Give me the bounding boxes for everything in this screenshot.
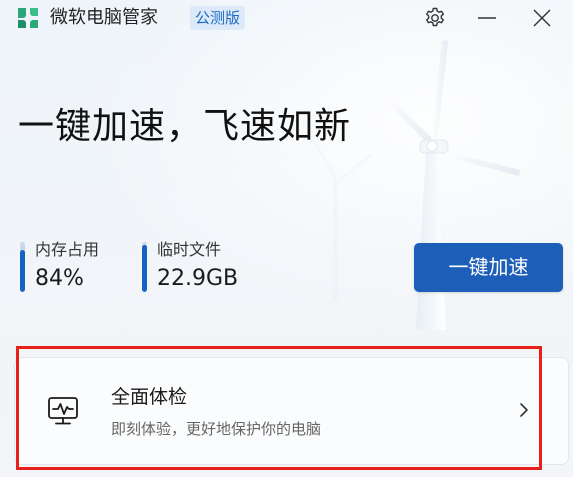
close-button[interactable] bbox=[526, 4, 558, 32]
one-click-boost-button[interactable]: 一键加速 bbox=[414, 243, 563, 292]
title-bar: 微软电脑管家 公测版 bbox=[0, 0, 573, 36]
pc-manager-window: 微软电脑管家 公测版 一键加速，飞速如新 内存占用 84% 临时文件 22.9G… bbox=[0, 0, 573, 477]
temp-files-label: 临时文件 bbox=[157, 240, 222, 259]
minimize-icon bbox=[478, 17, 496, 19]
memory-usage-label: 内存占用 bbox=[35, 240, 100, 259]
memory-usage-bar bbox=[20, 242, 25, 292]
full-checkup-description: 即刻体验，更好地保护你的电脑 bbox=[111, 420, 322, 438]
memory-usage-bar-fill bbox=[20, 250, 25, 292]
app-title: 微软电脑管家 bbox=[50, 7, 158, 28]
gear-icon bbox=[426, 7, 444, 27]
temp-files-stat: 临时文件 22.9GB bbox=[142, 240, 272, 292]
temp-files-value: 22.9GB bbox=[157, 266, 239, 291]
chevron-right-icon bbox=[520, 403, 528, 417]
memory-usage-value: 84% bbox=[35, 266, 84, 291]
page-headline: 一键加速，飞速如新 bbox=[18, 106, 352, 147]
full-checkup-card[interactable]: 全面体检 即刻体验，更好地保护你的电脑 bbox=[14, 357, 569, 465]
pc-health-monitor-icon bbox=[48, 397, 78, 425]
temp-files-bar bbox=[142, 242, 147, 292]
settings-button[interactable] bbox=[419, 4, 451, 32]
close-icon bbox=[533, 9, 551, 27]
full-checkup-title: 全面体检 bbox=[111, 386, 188, 408]
memory-usage-stat: 内存占用 84% bbox=[20, 240, 130, 292]
app-logo-icon bbox=[18, 8, 38, 28]
edition-badge: 公测版 bbox=[190, 6, 246, 30]
minimize-button[interactable] bbox=[471, 4, 503, 32]
temp-files-bar-fill bbox=[142, 244, 147, 292]
